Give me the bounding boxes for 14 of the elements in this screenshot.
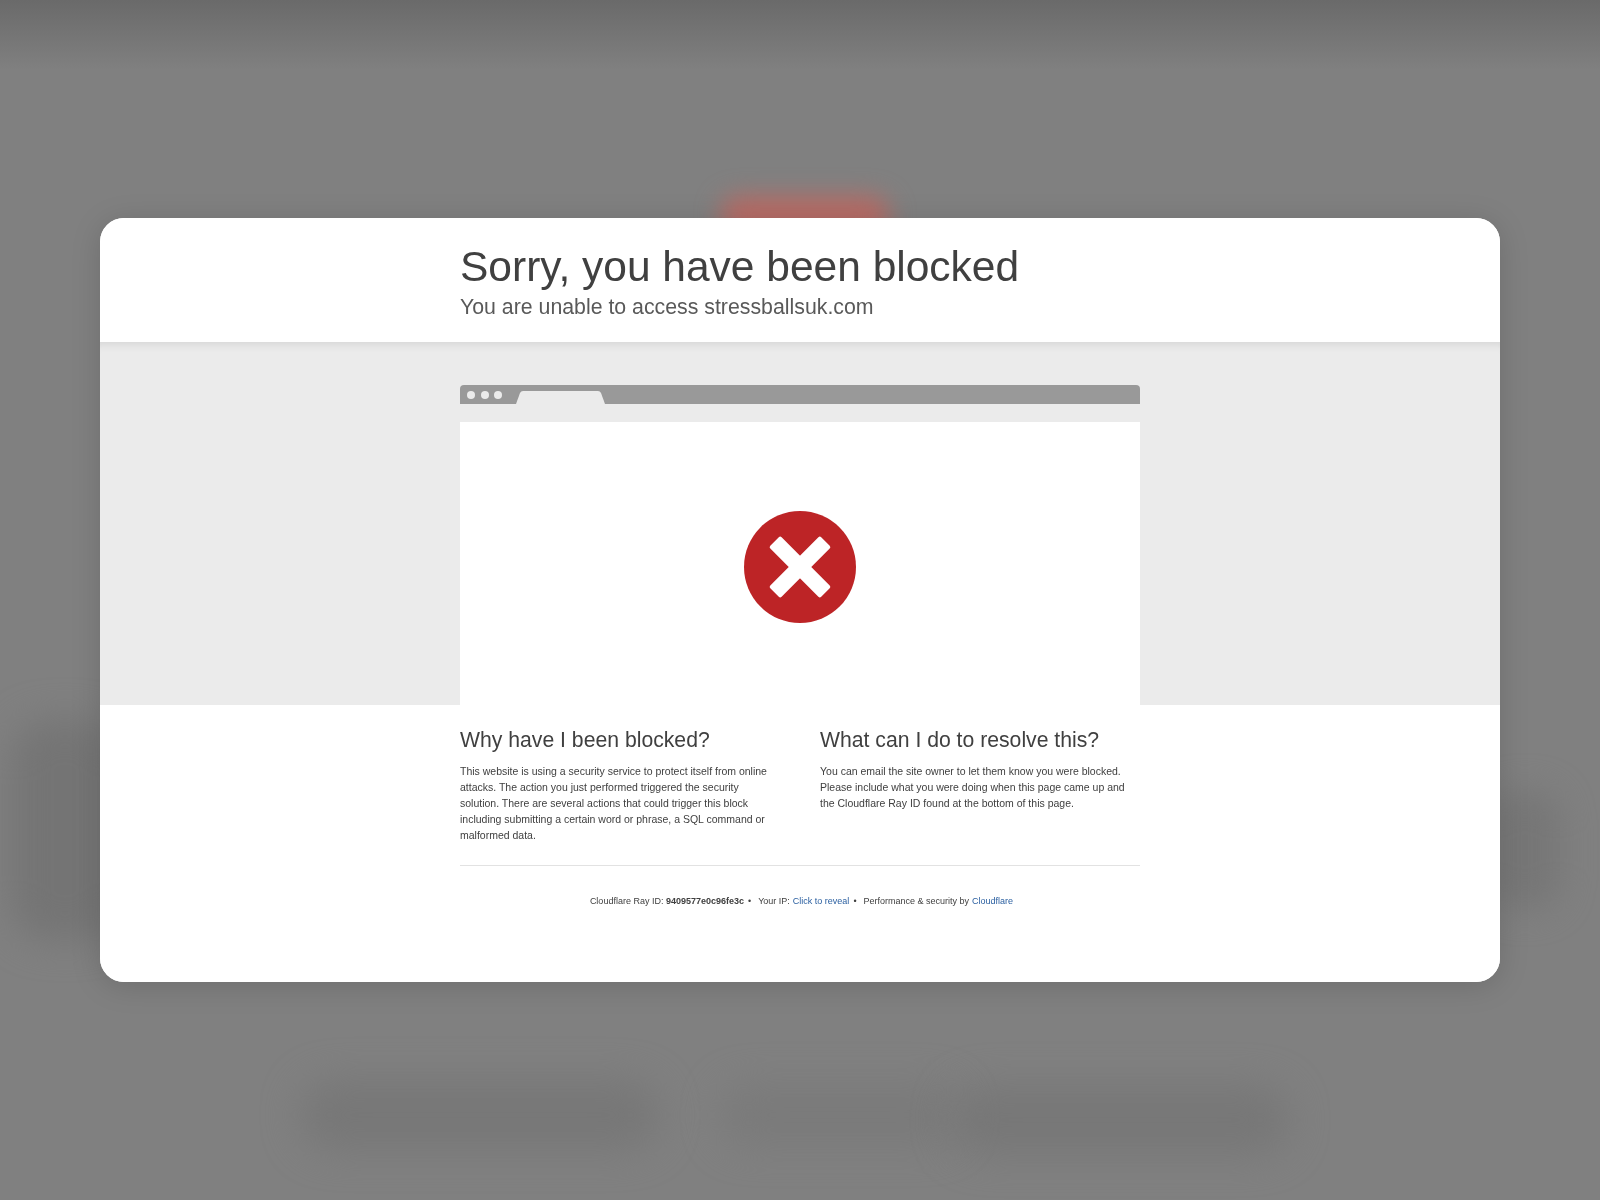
footer-text: Cloudflare Ray ID: 9409577e0c96fe3c [589,895,744,908]
section-heading: Why have I been blocked? [460,727,711,754]
footer-text: Your IP: [758,895,790,908]
bullet-separator: • [853,895,857,908]
footer-text: Performance & security by [863,895,970,908]
footer-link[interactable]: Cloudflare [972,894,1014,908]
section-text: You can email the site owner to let them know you were blocked. Please include what you were doing when this page came up and the Cloudflare Ray ID found at the bottom of this page. [820,764,1126,811]
page-title: Sorry, you have been blocked [460,242,1021,292]
bullet-separator: • [748,895,752,908]
section-text: This website is using a security service to protect itself from online attacks. The action you just performed triggered the security solution. There are several actions that could trigger this block including submitting a certain word or phrase, a SQL command or malformed data. [460,764,768,843]
error-x-circle-icon [744,511,856,623]
page-subtitle: You are unable to access stressballsuk.com [460,295,875,320]
section-heading: What can I do to resolve this? [820,727,1101,753]
footer-link[interactable]: Click to reveal [792,894,850,908]
